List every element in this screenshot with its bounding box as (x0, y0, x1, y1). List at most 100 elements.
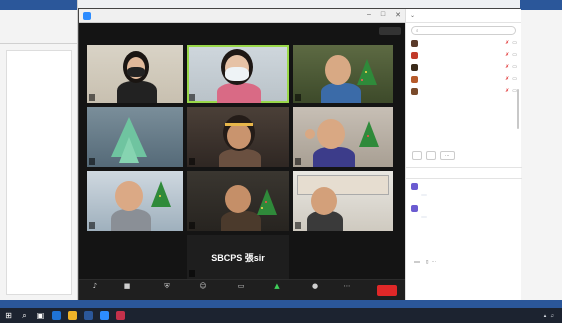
shield-icon: ⛨ (164, 282, 170, 290)
meeting-toolbar: ♪ ■ ⛨ ☺ ▭ ▲ ● ⋯ (79, 279, 405, 301)
video-tile[interactable] (87, 171, 183, 231)
video-camera-icon[interactable]: ▭ (512, 76, 517, 82)
tree-light (361, 79, 363, 81)
participant-figure (111, 209, 151, 231)
face-mask (127, 67, 145, 77)
chat-message-list (406, 181, 522, 225)
end-meeting-button[interactable] (377, 285, 397, 296)
video-camera-icon[interactable]: ▭ (512, 64, 517, 70)
zoom-title-bar: – □ ✕ (79, 9, 405, 23)
zoom-logo-icon (83, 11, 91, 20)
video-camera-icon[interactable]: ▭ (512, 40, 517, 46)
word-ribbon[interactable] (0, 10, 77, 44)
system-tray: ▴ ♫ (544, 313, 558, 319)
video-tile[interactable] (293, 107, 393, 167)
more-options-button[interactable]: ⋯ (440, 151, 455, 160)
task-view-icon[interactable]: ▣ (36, 311, 45, 320)
word-status-bar (0, 300, 562, 308)
mute-button[interactable]: ♪ (83, 282, 107, 300)
chat-message (406, 181, 522, 203)
avatar (411, 87, 418, 95)
participant-list: ✗ ▭ ✗ ▭ ✗ ▭ ✗ ▭ ✗ ▭ (406, 37, 522, 97)
video-tile-active-speaker[interactable] (187, 45, 289, 103)
video-tile[interactable] (293, 171, 393, 231)
participant-figure (217, 83, 261, 103)
tile-name-label (89, 94, 95, 101)
avatar (411, 75, 418, 83)
tile-name-label (295, 222, 301, 229)
network-icon[interactable]: ▴ (544, 313, 547, 319)
participants-panel-header: ⌄ (406, 9, 521, 23)
christmas-tree-icon (151, 181, 171, 207)
participant-search-input[interactable]: ⌕ (411, 26, 516, 35)
tree-light (159, 195, 161, 197)
microphone-muted-icon[interactable]: ✗ (505, 52, 509, 58)
chat-icon: ▭ (237, 282, 245, 290)
video-tile[interactable] (293, 45, 393, 103)
participant-row[interactable]: ✗ ▭ (406, 49, 522, 61)
chat-input[interactable] (411, 268, 517, 277)
chat-message-text (421, 194, 427, 196)
stop-video-button[interactable]: ■ (115, 282, 139, 300)
word-app-icon[interactable] (84, 311, 93, 320)
participant-actions: ⋯ (406, 151, 522, 160)
mute-all-button[interactable] (426, 151, 436, 160)
word-title-bar-right (520, 0, 562, 10)
video-tile[interactable] (187, 171, 289, 231)
christmas-tree-icon (359, 121, 379, 147)
close-icon[interactable]: ✕ (395, 11, 401, 19)
video-tile[interactable] (187, 107, 289, 167)
view-toggle-button[interactable] (379, 27, 401, 35)
tree-light (261, 207, 263, 209)
video-tile[interactable] (87, 45, 183, 103)
zoom-app-icon[interactable] (100, 311, 109, 320)
participant-list-scrollbar[interactable] (517, 89, 519, 129)
microphone-muted-icon[interactable]: ✗ (505, 76, 509, 82)
video-camera-icon: ■ (123, 282, 131, 290)
participant-face (311, 187, 337, 215)
participant-name-plate: SBCPS 張sir (211, 252, 265, 263)
video-tile[interactable] (87, 107, 183, 167)
participant-figure (321, 83, 361, 103)
chevron-down-icon[interactable]: ⌄ (410, 12, 415, 19)
minimize-icon[interactable]: – (367, 11, 371, 19)
windows-start-icon[interactable]: ⊞ (4, 311, 13, 320)
tile-name-label (295, 94, 301, 101)
chat-button[interactable]: ▭ (229, 282, 253, 300)
invite-button[interactable] (412, 151, 422, 160)
record-button[interactable]: ● (303, 282, 327, 300)
participant-figure (219, 149, 261, 167)
video-camera-icon[interactable]: ▭ (512, 52, 517, 58)
file-icon[interactable]: ▯ (426, 259, 428, 265)
participant-row[interactable]: ✗ ▭ (406, 85, 522, 97)
participant-figure (221, 211, 261, 231)
microphone-muted-icon[interactable]: ✗ (505, 88, 509, 94)
participant-row[interactable]: ✗ ▭ (406, 73, 522, 85)
chat-recipient-select[interactable] (414, 261, 420, 263)
video-tile-camera-off[interactable]: SBCPS 張sir (187, 235, 289, 279)
more-icon[interactable]: ⋯ (431, 259, 436, 265)
edge-app-icon[interactable] (52, 311, 61, 320)
security-button[interactable]: ⛨ (155, 282, 179, 300)
participant-face (325, 55, 351, 85)
more-button[interactable]: ⋯ (335, 282, 359, 300)
participant-row[interactable]: ✗ ▭ (406, 37, 522, 49)
microphone-muted-icon[interactable]: ✗ (505, 64, 509, 70)
microphone-muted-icon[interactable]: ✗ (505, 40, 509, 46)
avatar (411, 63, 418, 71)
participant-row[interactable]: ✗ ▭ (406, 61, 522, 73)
participant-face (115, 181, 143, 211)
word-window-right (520, 0, 562, 300)
maximize-icon[interactable]: □ (381, 11, 385, 19)
raised-hand (305, 129, 315, 139)
volume-icon[interactable]: ♫ (550, 313, 554, 319)
share-screen-button[interactable]: ▲ (265, 282, 289, 300)
word-document[interactable] (6, 50, 72, 295)
app-icon[interactable] (116, 311, 125, 320)
file-explorer-icon[interactable] (68, 311, 77, 320)
search-icon[interactable]: ⌕ (20, 311, 29, 320)
participants-button[interactable]: ☺ (191, 282, 215, 300)
window-controls: – □ ✕ (367, 11, 401, 19)
christmas-tree-icon (257, 189, 277, 215)
christmas-tree-icon (119, 137, 139, 163)
